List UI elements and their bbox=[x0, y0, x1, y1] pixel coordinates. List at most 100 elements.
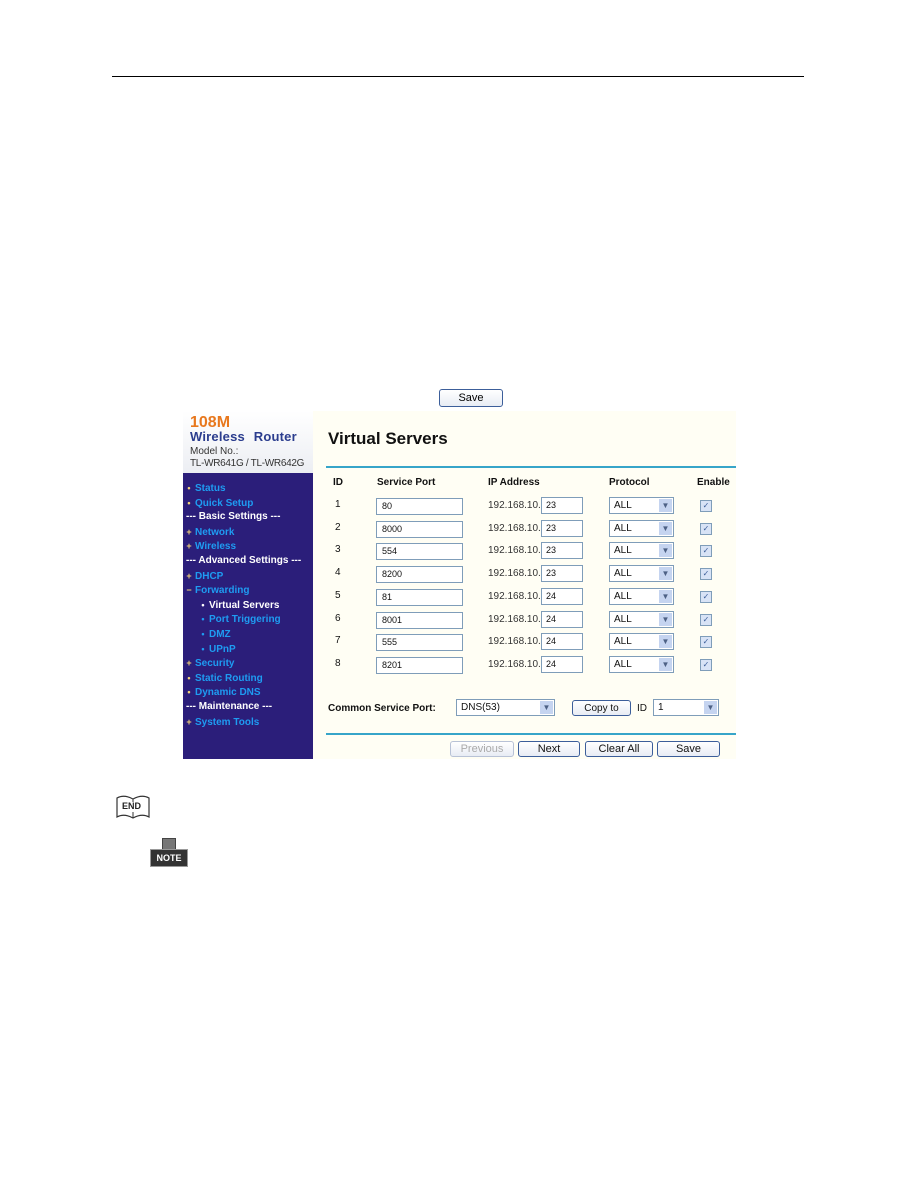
service-port-input[interactable]: 8000 bbox=[376, 520, 463, 538]
common-service-port-label: Common Service Port: bbox=[328, 703, 436, 714]
ip-suffix-input[interactable]: 24 bbox=[541, 633, 583, 651]
table-row: 6 8001 192.168.10. 24 ALL ▼ ✓ bbox=[313, 610, 736, 633]
service-port-input[interactable]: 554 bbox=[376, 543, 463, 561]
brand-models: TL-WR641G / TL-WR642G bbox=[190, 458, 305, 469]
col-header-enable: Enable bbox=[697, 477, 730, 488]
sidebar-item-system-tools[interactable]: + System Tools bbox=[183, 715, 313, 730]
service-port-input[interactable]: 81 bbox=[376, 588, 463, 606]
enable-checkbox[interactable]: ✓ bbox=[700, 590, 712, 603]
sidebar-item-network[interactable]: + Network bbox=[183, 525, 313, 540]
protocol-select[interactable]: ALL ▼ bbox=[609, 565, 674, 583]
sidebar-menu: • Status • Quick Setup --- Basic Settings --… bbox=[183, 481, 313, 729]
sidebar-item-label: Port Triggering bbox=[209, 614, 281, 626]
ip-suffix-input[interactable]: 23 bbox=[541, 519, 583, 537]
enable-checkbox[interactable]: ✓ bbox=[700, 658, 712, 671]
end-book-icon: END bbox=[114, 793, 152, 821]
sidebar-item-label: Forwarding bbox=[195, 585, 250, 597]
table-row: 2 8000 192.168.10. 23 ALL ▼ ✓ bbox=[313, 519, 736, 542]
ip-prefix: 192.168.10. bbox=[488, 590, 541, 602]
service-port-input[interactable]: 8001 bbox=[376, 611, 463, 629]
sidebar-item-dynamic-dns[interactable]: • Dynamic DNS bbox=[183, 685, 313, 700]
ip-prefix: 192.168.10. bbox=[488, 500, 541, 511]
protocol-select[interactable]: ALL ▼ bbox=[609, 655, 674, 673]
enable-checkbox[interactable]: ✓ bbox=[700, 545, 712, 558]
table-row: 8 8201 192.168.10. 24 ALL ▼ ✓ bbox=[313, 655, 736, 678]
sidebar-item-label: Virtual Servers bbox=[209, 599, 280, 611]
chevron-down-icon: ▼ bbox=[659, 544, 672, 558]
protocol-value: ALL bbox=[614, 658, 632, 670]
page-title: Virtual Servers bbox=[328, 429, 448, 448]
common-service-port-select[interactable]: DNS(53) ▼ bbox=[456, 699, 555, 716]
row-id: 3 bbox=[335, 544, 341, 556]
sidebar-item-dhcp[interactable]: + DHCP bbox=[183, 569, 313, 584]
ip-prefix: 192.168.10. bbox=[488, 636, 541, 648]
protocol-value: ALL bbox=[614, 590, 632, 602]
bullet-icon: • bbox=[201, 643, 205, 654]
next-button[interactable]: Next bbox=[518, 741, 580, 757]
sidebar-item-wireless[interactable]: + Wireless bbox=[183, 539, 313, 554]
sidebar-item-label: Quick Setup bbox=[195, 497, 254, 509]
sidebar-item-port-triggering[interactable]: • Port Triggering bbox=[183, 612, 313, 627]
previous-button[interactable]: Previous bbox=[450, 741, 514, 757]
bullet-icon: • bbox=[201, 599, 205, 610]
expand-icon: + bbox=[186, 526, 192, 537]
copy-id-select[interactable]: 1 ▼ bbox=[653, 699, 719, 716]
copy-id-label: ID bbox=[637, 703, 647, 714]
sidebar-item-static-routing[interactable]: • Static Routing bbox=[183, 671, 313, 686]
protocol-select[interactable]: ALL ▼ bbox=[609, 519, 674, 537]
service-port-input[interactable]: 80 bbox=[376, 498, 463, 515]
protocol-select[interactable]: ALL ▼ bbox=[609, 542, 674, 560]
protocol-value: ALL bbox=[614, 522, 632, 534]
ip-suffix-input[interactable]: 24 bbox=[541, 610, 583, 628]
protocol-value: ALL bbox=[614, 545, 632, 557]
ip-suffix-input[interactable]: 23 bbox=[541, 542, 583, 560]
enable-checkbox[interactable]: ✓ bbox=[700, 500, 712, 512]
enable-checkbox[interactable]: ✓ bbox=[700, 522, 712, 535]
protocol-select[interactable]: ALL ▼ bbox=[609, 497, 674, 514]
col-header-protocol: Protocol bbox=[609, 477, 650, 488]
service-port-input[interactable]: 555 bbox=[376, 634, 463, 652]
sidebar-item-virtual-servers[interactable]: • Virtual Servers bbox=[183, 598, 313, 613]
expand-icon: + bbox=[186, 716, 192, 727]
row-id: 4 bbox=[335, 567, 341, 579]
sidebar-item-quick-setup[interactable]: • Quick Setup bbox=[183, 496, 313, 511]
enable-checkbox[interactable]: ✓ bbox=[700, 568, 712, 581]
table-row: 7 555 192.168.10. 24 ALL ▼ ✓ bbox=[313, 633, 736, 655]
main-panel: Virtual Servers ID Service Port IP Addre… bbox=[313, 411, 736, 759]
ip-prefix: 192.168.10. bbox=[488, 545, 541, 557]
enable-checkbox[interactable]: ✓ bbox=[700, 636, 712, 649]
ip-suffix-input[interactable]: 24 bbox=[541, 587, 583, 605]
ip-prefix: 192.168.10. bbox=[488, 568, 541, 580]
router-admin-screenshot: 108M Wireless Router Model No.: TL-WR641… bbox=[183, 411, 736, 759]
sidebar-item-upnp[interactable]: • UPnP bbox=[183, 642, 313, 657]
sidebar-item-label: Security bbox=[195, 658, 235, 670]
sidebar-item-dmz[interactable]: • DMZ bbox=[183, 627, 313, 642]
table-row: 4 8200 192.168.10. 23 ALL ▼ ✓ bbox=[313, 565, 736, 587]
top-save-button[interactable]: Save bbox=[439, 389, 503, 407]
protocol-select[interactable]: ALL ▼ bbox=[609, 587, 674, 605]
sidebar-item-forwarding[interactable]: − Forwarding bbox=[183, 583, 313, 598]
chevron-down-icon: ▼ bbox=[659, 635, 672, 649]
enable-checkbox[interactable]: ✓ bbox=[700, 613, 712, 626]
ip-prefix: 192.168.10. bbox=[488, 658, 541, 670]
ip-suffix-input[interactable]: 24 bbox=[541, 655, 583, 673]
service-port-input[interactable]: 8201 bbox=[376, 656, 463, 674]
sidebar-item-security[interactable]: + Security bbox=[183, 656, 313, 671]
expand-icon: + bbox=[186, 658, 192, 669]
copy-to-button[interactable]: Copy to bbox=[572, 700, 631, 716]
sidebar-item-status[interactable]: • Status bbox=[183, 481, 313, 496]
ip-suffix-input[interactable]: 23 bbox=[541, 497, 583, 514]
sidebar-item-label: DMZ bbox=[209, 628, 231, 640]
protocol-select[interactable]: ALL ▼ bbox=[609, 610, 674, 628]
ip-prefix: 192.168.10. bbox=[488, 613, 541, 625]
clear-all-button[interactable]: Clear All bbox=[585, 741, 653, 757]
sidebar-item-label: --- Basic Settings --- bbox=[186, 511, 281, 523]
ip-suffix-input[interactable]: 23 bbox=[541, 565, 583, 583]
protocol-value: ALL bbox=[614, 636, 632, 648]
sidebar: 108M Wireless Router Model No.: TL-WR641… bbox=[183, 411, 313, 759]
save-button[interactable]: Save bbox=[657, 741, 720, 757]
bullet-icon: • bbox=[187, 687, 191, 698]
service-port-input[interactable]: 8200 bbox=[376, 566, 463, 584]
protocol-select[interactable]: ALL ▼ bbox=[609, 633, 674, 651]
row-id: 2 bbox=[335, 521, 341, 533]
